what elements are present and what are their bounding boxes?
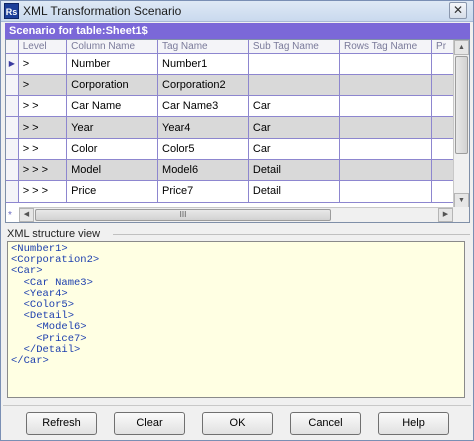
xml-line: <Car> xyxy=(11,265,43,278)
column-name-cell[interactable]: Color xyxy=(66,138,159,160)
tag-name-cell[interactable]: Corporation2 xyxy=(157,74,249,97)
table-row[interactable]: > > > Price Price7 Detail xyxy=(6,180,469,203)
column-name-cell[interactable]: Price xyxy=(66,180,159,203)
table-row[interactable]: > > Car Name Car Name3 Car xyxy=(6,95,469,118)
title-bar[interactable]: Rs XML Transformation Scenario ✕ xyxy=(1,1,473,22)
sub-tag-name-cell[interactable]: Car xyxy=(248,95,341,118)
column-name-cell[interactable]: Model xyxy=(66,159,159,182)
mapping-table: Level Column Name Tag Name Sub Tag Name … xyxy=(6,40,469,203)
new-row-marker-icon: * xyxy=(8,210,12,221)
table-row[interactable]: > Corporation Corporation2 xyxy=(6,74,469,97)
tag-name-cell[interactable]: Car Name3 xyxy=(157,95,249,118)
column-name-cell[interactable]: Year xyxy=(66,116,159,139)
rows-tag-name-cell[interactable] xyxy=(339,159,433,182)
xml-line: <Year4> xyxy=(11,287,68,300)
sub-tag-name-cell[interactable]: Detail xyxy=(248,180,341,203)
horizontal-scroll-thumb[interactable]: III xyxy=(35,209,331,221)
dialog-window: Rs XML Transformation Scenario ✕ Scenari… xyxy=(0,0,474,441)
sub-tag-name-cell[interactable]: Detail xyxy=(248,159,341,182)
xml-line: <Car Name3> xyxy=(11,276,93,289)
rows-tag-name-cell[interactable] xyxy=(339,180,433,203)
xml-line: </Car> xyxy=(11,355,49,368)
scroll-right-arrow-icon[interactable]: ▶ xyxy=(438,208,453,222)
row-selector-header xyxy=(6,40,19,54)
current-row-pointer-icon[interactable]: ▶ xyxy=(6,53,19,75)
close-button[interactable]: ✕ xyxy=(449,2,467,19)
row-selector[interactable] xyxy=(6,95,19,118)
xml-line: <Color5> xyxy=(11,299,75,312)
footer-divider xyxy=(3,405,471,406)
ok-button[interactable]: OK xyxy=(202,412,273,435)
tag-name-cell[interactable]: Year4 xyxy=(157,116,249,139)
tag-name-cell[interactable]: Number1 xyxy=(157,53,249,75)
rows-tag-name-cell[interactable] xyxy=(339,116,433,139)
vertical-scroll-thumb[interactable] xyxy=(455,56,468,154)
table-row[interactable]: > > Color Color5 Car xyxy=(6,138,469,160)
scroll-left-arrow-icon[interactable]: ◀ xyxy=(19,208,34,222)
refresh-button[interactable]: Refresh xyxy=(26,412,97,435)
xml-line: <Model6> xyxy=(11,321,87,334)
cancel-button[interactable]: Cancel xyxy=(290,412,361,435)
sub-tag-name-cell[interactable] xyxy=(248,74,341,97)
grid-header-row: Level Column Name Tag Name Sub Tag Name … xyxy=(6,40,469,54)
level-cell[interactable]: > > xyxy=(18,138,68,160)
column-name-cell[interactable]: Car Name xyxy=(66,95,159,118)
tag-name-cell[interactable]: Model6 xyxy=(157,159,249,182)
scroll-down-arrow-icon[interactable]: ▼ xyxy=(454,193,469,208)
scenario-header: Scenario for table:Sheet1$ xyxy=(5,23,470,39)
xml-line: </Detail> xyxy=(11,343,81,356)
column-header-tag-name[interactable]: Tag Name xyxy=(157,40,249,54)
section-divider xyxy=(113,234,470,235)
column-header-rows-tag-name[interactable]: Rows Tag Name xyxy=(339,40,433,54)
rows-tag-name-cell[interactable] xyxy=(339,138,433,160)
level-cell[interactable]: > > xyxy=(18,116,68,139)
rows-tag-name-cell[interactable] xyxy=(339,74,433,97)
level-cell[interactable]: > xyxy=(18,74,68,97)
table-row[interactable]: ▶ > Number Number1 xyxy=(6,53,469,75)
scroll-up-arrow-icon[interactable]: ▲ xyxy=(454,40,469,55)
column-header-level[interactable]: Level xyxy=(18,40,68,54)
xml-line: <Corporation2> xyxy=(11,254,100,267)
row-selector[interactable] xyxy=(6,180,19,203)
scroll-grip-icon: III xyxy=(179,210,187,219)
row-selector[interactable] xyxy=(6,116,19,139)
tag-name-cell[interactable]: Color5 xyxy=(157,138,249,160)
row-selector[interactable] xyxy=(6,138,19,160)
table-row[interactable]: > > Year Year4 Car xyxy=(6,116,469,139)
vertical-scrollbar[interactable]: ▲ ▼ xyxy=(453,40,469,208)
sub-tag-name-cell[interactable]: Car xyxy=(248,116,341,139)
window-title: XML Transformation Scenario xyxy=(23,4,182,18)
sub-tag-name-cell[interactable]: Car xyxy=(248,138,341,160)
level-cell[interactable]: > > xyxy=(18,95,68,118)
level-cell[interactable]: > > > xyxy=(18,180,68,203)
column-header-sub-tag-name[interactable]: Sub Tag Name xyxy=(248,40,341,54)
row-selector[interactable] xyxy=(6,74,19,97)
xml-structure-label: XML structure view xyxy=(7,228,101,240)
table-row[interactable]: > > > Model Model6 Detail xyxy=(6,159,469,182)
horizontal-scrollbar[interactable]: ◀ III ▶ xyxy=(19,207,453,222)
xml-structure-view[interactable]: <Number1> <Corporation2> <Car> <Car Name3>… xyxy=(7,241,465,398)
column-name-cell[interactable]: Corporation xyxy=(66,74,159,97)
row-selector[interactable] xyxy=(6,159,19,182)
rows-tag-name-cell[interactable] xyxy=(339,95,433,118)
mapping-grid[interactable]: Level Column Name Tag Name Sub Tag Name … xyxy=(5,39,470,223)
sub-tag-name-cell[interactable] xyxy=(248,53,341,75)
clear-button[interactable]: Clear xyxy=(114,412,185,435)
column-header-column-name[interactable]: Column Name xyxy=(66,40,159,54)
level-cell[interactable]: > > > xyxy=(18,159,68,182)
close-icon: ✕ xyxy=(452,3,464,17)
help-button[interactable]: Help xyxy=(378,412,449,435)
level-cell[interactable]: > xyxy=(18,53,68,75)
rows-tag-name-cell[interactable] xyxy=(339,53,433,75)
scroll-corner xyxy=(453,207,469,222)
app-icon: Rs xyxy=(4,3,19,19)
tag-name-cell[interactable]: Price7 xyxy=(157,180,249,203)
column-name-cell[interactable]: Number xyxy=(66,53,159,75)
